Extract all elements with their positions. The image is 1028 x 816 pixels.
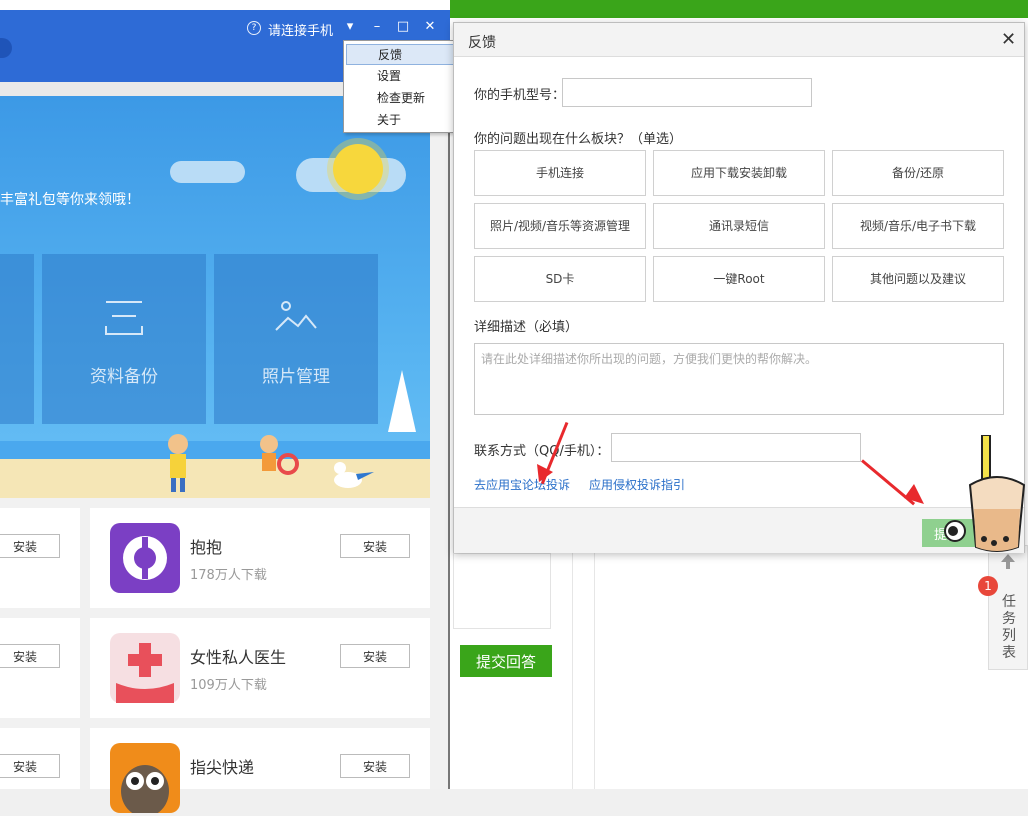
detail-label: 详细描述（必填） (474, 320, 579, 335)
sun-icon (333, 144, 383, 194)
banner-text: 丰富礼包等你来领哦！ (0, 192, 140, 208)
app-name: 指尖快递 (190, 758, 255, 777)
install-button[interactable]: 安装 (0, 644, 60, 668)
divider (594, 553, 595, 789)
option-media-manage[interactable]: 照片/视频/音乐等资源管理 (474, 203, 646, 249)
option-backup[interactable]: 备份/还原 (832, 150, 1004, 196)
promo-banner[interactable]: 丰富礼包等你来领哦！ 资料备份 照片管理 (0, 96, 430, 498)
search-pill[interactable] (0, 38, 12, 58)
infringement-guide-link[interactable]: 应用侵权投诉指引 (589, 476, 685, 493)
bubble-tea-mascot-icon (968, 435, 1026, 552)
dialog-footer: 提交 (454, 507, 1024, 553)
task-list-widget[interactable]: 任务列表 (988, 545, 1028, 670)
task-list-label[interactable]: 任务列表 (999, 594, 1019, 662)
list-item[interactable]: 安装 (0, 728, 80, 789)
medical-cross-app-icon (110, 633, 180, 703)
maximize-icon[interactable]: □ (395, 19, 411, 35)
menu-dropdown-icon[interactable]: ▾ (342, 19, 358, 35)
contact-label: 联系方式（QQ/手机）： (474, 444, 610, 459)
answer-panel (453, 553, 551, 629)
install-button[interactable]: 安装 (340, 534, 410, 558)
section-label: 你的问题出现在什么板块？（单选） (474, 132, 683, 147)
install-button[interactable]: 安装 (340, 754, 410, 778)
list-item[interactable]: 抱抱 178万人下载 安装 (90, 508, 430, 608)
option-phone-connect[interactable]: 手机连接 (474, 150, 646, 196)
list-item[interactable]: 女性私人医生 109万人下载 安装 (90, 618, 430, 718)
help-icon[interactable]: ? (247, 21, 261, 35)
bird-illustration-icon (334, 462, 374, 488)
kid-illustration-icon (260, 435, 299, 475)
cloud-icon (170, 161, 245, 183)
tile-photos[interactable]: 照片管理 (214, 254, 378, 424)
tile-backup[interactable]: 资料备份 (42, 254, 206, 424)
install-button[interactable]: 安装 (0, 534, 60, 558)
app-name: 抱抱 (190, 538, 223, 557)
owl-app-icon (110, 743, 180, 816)
tile-label: 资料备份 (90, 367, 158, 387)
page-header-bar (450, 0, 1028, 18)
connect-phone-link[interactable]: 请连接手机 (268, 20, 333, 39)
arrowhead-icon (537, 464, 553, 482)
list-item[interactable]: 安装 (0, 508, 80, 608)
option-contacts-sms[interactable]: 通讯录短信 (653, 203, 825, 249)
tile-label: 照片管理 (262, 367, 330, 387)
sailboat-icon (388, 370, 416, 432)
contact-input[interactable] (611, 433, 861, 462)
option-media-download[interactable]: 视频/音乐/电子书下载 (832, 203, 1004, 249)
close-icon[interactable]: ✕ (422, 19, 438, 35)
dialog-title: 反馈 (468, 35, 496, 51)
option-root[interactable]: 一键Root (653, 256, 825, 302)
mascot-hand-icon (944, 520, 966, 542)
list-item[interactable]: 指尖快递 安装 (90, 728, 430, 816)
install-button[interactable]: 安装 (340, 644, 410, 668)
task-count-badge: 1 (978, 576, 998, 596)
baobao-app-icon (110, 523, 180, 593)
arrowhead-icon (904, 484, 924, 504)
app-downloads: 178万人下载 (190, 568, 267, 583)
list-item[interactable]: 安装 (0, 618, 80, 718)
divider (572, 553, 573, 789)
document-icon (105, 301, 143, 335)
tile-partial[interactable] (0, 254, 34, 424)
kid-illustration-icon (168, 434, 188, 492)
submit-answer-button[interactable]: 提交回答 (460, 645, 552, 677)
scroll-top-icon-stem (1006, 561, 1010, 569)
option-other[interactable]: 其他问题以及建议 (832, 256, 1004, 302)
minimize-icon[interactable]: – (369, 19, 385, 35)
detail-textarea[interactable]: 请在此处详细描述你所出现的问题，方便我们更快的帮你解决。 (474, 343, 1004, 415)
option-sd-card[interactable]: SD卡 (474, 256, 646, 302)
app-name: 女性私人医生 (190, 648, 287, 667)
landscape-icon (275, 301, 317, 331)
close-icon[interactable]: ✕ (1001, 29, 1016, 50)
phone-model-input[interactable] (562, 78, 812, 107)
app-downloads: 109万人下载 (190, 678, 267, 693)
option-app-install[interactable]: 应用下载安装卸载 (653, 150, 825, 196)
install-button[interactable]: 安装 (0, 754, 60, 778)
dialog-header: 反馈 ✕ (454, 23, 1024, 57)
phone-model-label: 你的手机型号： (474, 88, 566, 103)
